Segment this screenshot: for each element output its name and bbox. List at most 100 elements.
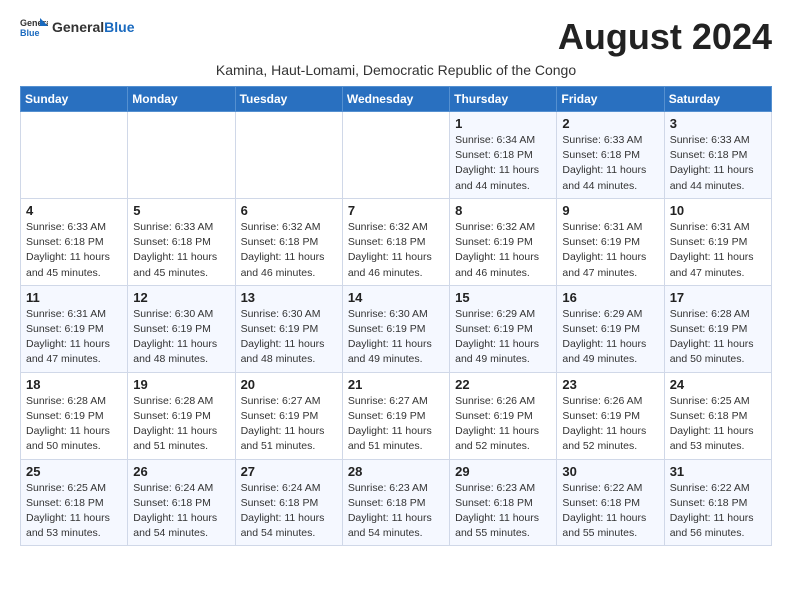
day-info: Sunrise: 6:31 AM Sunset: 6:19 PM Dayligh… — [670, 220, 766, 281]
logo-icon: General Blue — [20, 16, 48, 38]
day-info: Sunrise: 6:24 AM Sunset: 6:18 PM Dayligh… — [133, 481, 229, 542]
day-info: Sunrise: 6:23 AM Sunset: 6:18 PM Dayligh… — [348, 481, 444, 542]
day-number: 19 — [133, 377, 229, 392]
calendar-cell: 15 Sunrise: 6:29 AM Sunset: 6:19 PM Dayli… — [450, 285, 557, 372]
day-number: 11 — [26, 290, 122, 305]
day-info: Sunrise: 6:34 AM Sunset: 6:18 PM Dayligh… — [455, 133, 551, 194]
calendar-cell — [21, 112, 128, 199]
day-info: Sunrise: 6:25 AM Sunset: 6:18 PM Dayligh… — [670, 394, 766, 455]
page-subtitle: Kamina, Haut-Lomami, Democratic Republic… — [20, 62, 772, 78]
calendar-cell — [128, 112, 235, 199]
day-number: 14 — [348, 290, 444, 305]
calendar-cell — [235, 112, 342, 199]
day-number: 4 — [26, 203, 122, 218]
calendar-cell: 16Sunrise: 6:29 AM Sunset: 6:19 PM Dayli… — [557, 285, 664, 372]
calendar-cell: 5 Sunrise: 6:33 AM Sunset: 6:18 PM Daylig… — [128, 198, 235, 285]
calendar-cell: 13 Sunrise: 6:30 AM Sunset: 6:19 PM Dayli… — [235, 285, 342, 372]
day-info: Sunrise: 6:28 AM Sunset: 6:19 PM Dayligh… — [670, 307, 766, 368]
calendar-week-row: 25 Sunrise: 6:25 AM Sunset: 6:18 PM Dayli… — [21, 459, 772, 546]
calendar-cell — [342, 112, 449, 199]
day-number: 2 — [562, 116, 658, 131]
calendar-week-row: 11Sunrise: 6:31 AM Sunset: 6:19 PM Dayli… — [21, 285, 772, 372]
day-info: Sunrise: 6:25 AM Sunset: 6:18 PM Dayligh… — [26, 481, 122, 542]
calendar-cell: 23 Sunrise: 6:26 AM Sunset: 6:19 PM Dayli… — [557, 372, 664, 459]
day-number: 29 — [455, 464, 551, 479]
day-info: Sunrise: 6:29 AM Sunset: 6:19 PM Dayligh… — [455, 307, 551, 368]
calendar-cell: 28Sunrise: 6:23 AM Sunset: 6:18 PM Dayli… — [342, 459, 449, 546]
day-info: Sunrise: 6:28 AM Sunset: 6:19 PM Dayligh… — [133, 394, 229, 455]
day-info: Sunrise: 6:30 AM Sunset: 6:19 PM Dayligh… — [241, 307, 337, 368]
day-info: Sunrise: 6:33 AM Sunset: 6:18 PM Dayligh… — [26, 220, 122, 281]
calendar-cell: 12 Sunrise: 6:30 AM Sunset: 6:19 PM Dayli… — [128, 285, 235, 372]
calendar-cell: 6 Sunrise: 6:32 AM Sunset: 6:18 PM Daylig… — [235, 198, 342, 285]
month-title: August 2024 — [558, 16, 772, 58]
day-info: Sunrise: 6:26 AM Sunset: 6:19 PM Dayligh… — [562, 394, 658, 455]
calendar-cell: 26 Sunrise: 6:24 AM Sunset: 6:18 PM Dayli… — [128, 459, 235, 546]
day-number: 27 — [241, 464, 337, 479]
day-header-sunday: Sunday — [21, 87, 128, 112]
calendar-cell: 1 Sunrise: 6:34 AM Sunset: 6:18 PM Daylig… — [450, 112, 557, 199]
day-info: Sunrise: 6:33 AM Sunset: 6:18 PM Dayligh… — [670, 133, 766, 194]
calendar-week-row: 1 Sunrise: 6:34 AM Sunset: 6:18 PM Daylig… — [21, 112, 772, 199]
calendar-cell: 31 Sunrise: 6:22 AM Sunset: 6:18 PM Dayli… — [664, 459, 771, 546]
day-number: 7 — [348, 203, 444, 218]
calendar-cell: 27 Sunrise: 6:24 AM Sunset: 6:18 PM Dayli… — [235, 459, 342, 546]
calendar-week-row: 4 Sunrise: 6:33 AM Sunset: 6:18 PM Daylig… — [21, 198, 772, 285]
day-header-saturday: Saturday — [664, 87, 771, 112]
day-number: 23 — [562, 377, 658, 392]
logo: General Blue General Blue — [20, 16, 134, 38]
day-number: 17 — [670, 290, 766, 305]
day-number: 21 — [348, 377, 444, 392]
calendar-cell: 4 Sunrise: 6:33 AM Sunset: 6:18 PM Daylig… — [21, 198, 128, 285]
calendar-cell: 11Sunrise: 6:31 AM Sunset: 6:19 PM Dayli… — [21, 285, 128, 372]
calendar-cell: 30Sunrise: 6:22 AM Sunset: 6:18 PM Dayli… — [557, 459, 664, 546]
calendar-cell: 21Sunrise: 6:27 AM Sunset: 6:19 PM Dayli… — [342, 372, 449, 459]
day-number: 5 — [133, 203, 229, 218]
calendar-cell: 2Sunrise: 6:33 AM Sunset: 6:18 PM Daylig… — [557, 112, 664, 199]
day-number: 22 — [455, 377, 551, 392]
day-info: Sunrise: 6:33 AM Sunset: 6:18 PM Dayligh… — [133, 220, 229, 281]
day-number: 12 — [133, 290, 229, 305]
calendar-cell: 29 Sunrise: 6:23 AM Sunset: 6:18 PM Dayli… — [450, 459, 557, 546]
day-info: Sunrise: 6:32 AM Sunset: 6:18 PM Dayligh… — [348, 220, 444, 281]
calendar-cell: 10Sunrise: 6:31 AM Sunset: 6:19 PM Dayli… — [664, 198, 771, 285]
calendar-cell: 9 Sunrise: 6:31 AM Sunset: 6:19 PM Daylig… — [557, 198, 664, 285]
calendar-table: SundayMondayTuesdayWednesdayThursdayFrid… — [20, 86, 772, 546]
day-number: 16 — [562, 290, 658, 305]
logo-general: General — [52, 19, 104, 35]
day-number: 6 — [241, 203, 337, 218]
day-number: 15 — [455, 290, 551, 305]
day-info: Sunrise: 6:23 AM Sunset: 6:18 PM Dayligh… — [455, 481, 551, 542]
day-header-wednesday: Wednesday — [342, 87, 449, 112]
day-info: Sunrise: 6:28 AM Sunset: 6:19 PM Dayligh… — [26, 394, 122, 455]
day-info: Sunrise: 6:24 AM Sunset: 6:18 PM Dayligh… — [241, 481, 337, 542]
calendar-cell: 14 Sunrise: 6:30 AM Sunset: 6:19 PM Dayli… — [342, 285, 449, 372]
day-number: 31 — [670, 464, 766, 479]
calendar-cell: 18Sunrise: 6:28 AM Sunset: 6:19 PM Dayli… — [21, 372, 128, 459]
calendar-cell: 22Sunrise: 6:26 AM Sunset: 6:19 PM Dayli… — [450, 372, 557, 459]
day-number: 9 — [562, 203, 658, 218]
day-number: 1 — [455, 116, 551, 131]
day-info: Sunrise: 6:22 AM Sunset: 6:18 PM Dayligh… — [670, 481, 766, 542]
day-header-friday: Friday — [557, 87, 664, 112]
day-number: 26 — [133, 464, 229, 479]
day-info: Sunrise: 6:32 AM Sunset: 6:18 PM Dayligh… — [241, 220, 337, 281]
day-number: 25 — [26, 464, 122, 479]
day-info: Sunrise: 6:30 AM Sunset: 6:19 PM Dayligh… — [348, 307, 444, 368]
calendar-cell: 3Sunrise: 6:33 AM Sunset: 6:18 PM Daylig… — [664, 112, 771, 199]
day-number: 20 — [241, 377, 337, 392]
day-header-tuesday: Tuesday — [235, 87, 342, 112]
svg-text:Blue: Blue — [20, 28, 40, 38]
day-header-thursday: Thursday — [450, 87, 557, 112]
calendar-cell: 20Sunrise: 6:27 AM Sunset: 6:19 PM Dayli… — [235, 372, 342, 459]
day-info: Sunrise: 6:22 AM Sunset: 6:18 PM Dayligh… — [562, 481, 658, 542]
day-number: 13 — [241, 290, 337, 305]
day-info: Sunrise: 6:30 AM Sunset: 6:19 PM Dayligh… — [133, 307, 229, 368]
calendar-header-row: SundayMondayTuesdayWednesdayThursdayFrid… — [21, 87, 772, 112]
calendar-week-row: 18Sunrise: 6:28 AM Sunset: 6:19 PM Dayli… — [21, 372, 772, 459]
calendar-cell: 25 Sunrise: 6:25 AM Sunset: 6:18 PM Dayli… — [21, 459, 128, 546]
calendar-cell: 7 Sunrise: 6:32 AM Sunset: 6:18 PM Daylig… — [342, 198, 449, 285]
day-info: Sunrise: 6:31 AM Sunset: 6:19 PM Dayligh… — [562, 220, 658, 281]
calendar-cell: 8Sunrise: 6:32 AM Sunset: 6:19 PM Daylig… — [450, 198, 557, 285]
calendar-cell: 24Sunrise: 6:25 AM Sunset: 6:18 PM Dayli… — [664, 372, 771, 459]
